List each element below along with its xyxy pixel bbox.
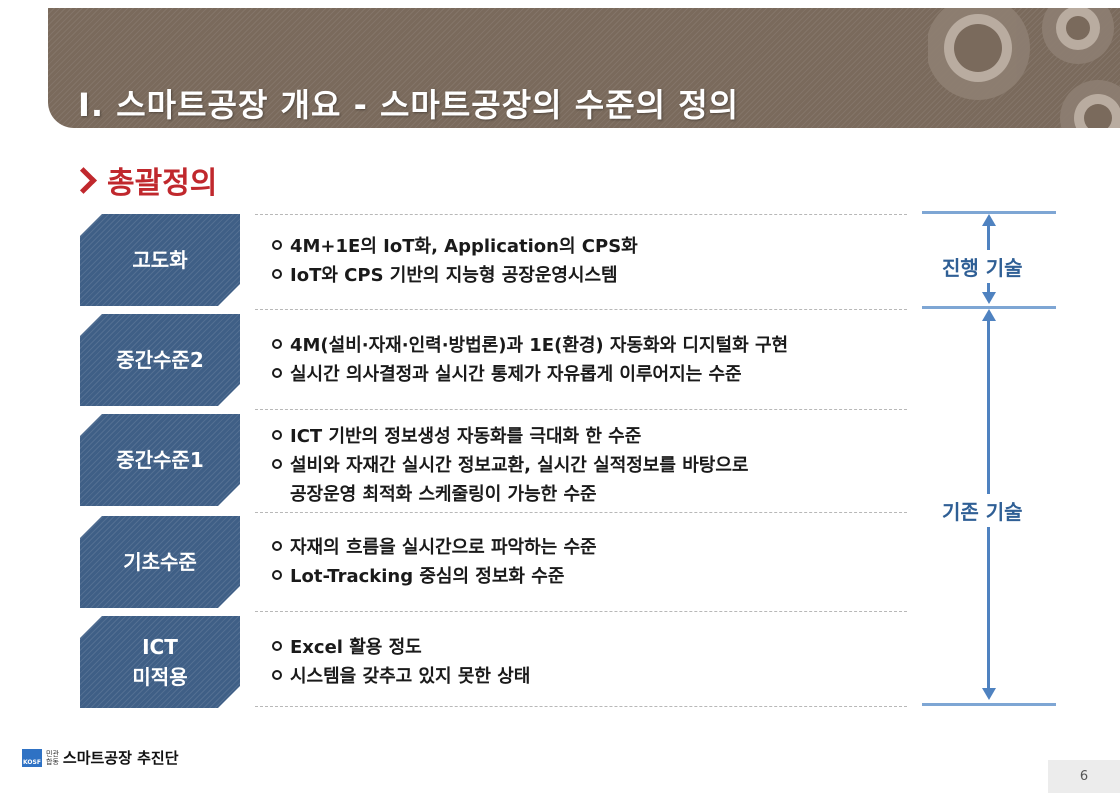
bullet-icon	[272, 670, 282, 680]
level-box-no-ict: ICT 미적용	[80, 616, 240, 708]
bullet-icon	[272, 541, 282, 551]
list-item: Lot-Tracking 중심의 정보화 수준	[272, 562, 922, 591]
list-item: IoT와 CPS 기반의 지능형 공장운영시스템	[272, 261, 922, 290]
level-description: 자재의 흐름을 실시간으로 파악하는 수준 Lot-Tracking 중심의 정…	[272, 533, 922, 591]
list-item: 시스템을 갖추고 있지 못한 상태	[272, 662, 922, 691]
bullet-icon	[272, 459, 282, 469]
bullet-icon	[272, 240, 282, 250]
row-divider	[255, 512, 907, 513]
level-box-mid2: 중간수준2	[80, 314, 240, 406]
bullet-icon	[272, 570, 282, 580]
chevron-right-icon	[70, 166, 97, 194]
section-title: 총괄정의	[107, 166, 218, 201]
level-description: 4M+1E의 IoT화, Application의 CPS화 IoT와 CPS …	[272, 232, 922, 290]
level-description: 4M(설비·자재·인력·방법론)과 1E(환경) 자동화와 디지털화 구현 실시…	[272, 331, 922, 389]
bullet-icon	[272, 339, 282, 349]
advanced-tech-label: 진행 기술	[936, 250, 1029, 283]
bullet-icon	[272, 269, 282, 279]
gears-icon	[928, 8, 1120, 128]
row-divider	[255, 706, 907, 707]
level-box-basic: 기초수준	[80, 516, 240, 608]
org-logo: KOSF 민관 합동 스마트공장 추진단	[22, 747, 179, 768]
level-box-mid1: 중간수준1	[80, 414, 240, 506]
list-item: 4M(설비·자재·인력·방법론)과 1E(환경) 자동화와 디지털화 구현	[272, 331, 922, 360]
row-divider	[255, 611, 907, 612]
page-title: I. 스마트공장 개요 - 스마트공장의 수준의 정의	[78, 86, 740, 124]
list-item: ICT 기반의 정보생성 자동화를 극대화 한 수준	[272, 422, 922, 451]
level-description: ICT 기반의 정보생성 자동화를 극대화 한 수준 설비와 자재간 실시간 정…	[272, 422, 922, 509]
arrow-down-icon	[982, 688, 996, 700]
arrow-down-icon	[982, 292, 996, 304]
row-divider	[255, 214, 907, 215]
level-description: Excel 활용 정도 시스템을 갖추고 있지 못한 상태	[272, 633, 922, 691]
section-heading: 총괄정의	[70, 160, 218, 201]
arrow-up-icon	[982, 309, 996, 321]
list-item: 설비와 자재간 실시간 정보교환, 실시간 실적정보를 바탕으로 공장운영 최적…	[272, 451, 922, 509]
level-box-advanced: 고도화	[80, 214, 240, 306]
list-item: Excel 활용 정도	[272, 633, 922, 662]
kosf-logo-icon: KOSF	[22, 748, 42, 767]
org-name: 스마트공장 추진단	[62, 749, 179, 767]
bullet-icon	[272, 368, 282, 378]
range-line	[922, 703, 1056, 706]
logo-tag: 민관 합동	[46, 749, 59, 766]
row-divider	[255, 409, 907, 410]
header-banner: I. 스마트공장 개요 - 스마트공장의 수준의 정의	[48, 8, 1120, 128]
arrow-up-icon	[982, 214, 996, 226]
bullet-icon	[272, 641, 282, 651]
list-item: 실시간 의사결정과 실시간 통제가 자유롭게 이루어지는 수준	[272, 360, 922, 389]
bullet-icon	[272, 430, 282, 440]
list-item: 자재의 흐름을 실시간으로 파악하는 수준	[272, 533, 922, 562]
list-item: 4M+1E의 IoT화, Application의 CPS화	[272, 232, 922, 261]
page-number: 6	[1048, 760, 1120, 793]
row-divider	[255, 309, 907, 310]
existing-tech-label: 기존 기술	[936, 494, 1029, 527]
